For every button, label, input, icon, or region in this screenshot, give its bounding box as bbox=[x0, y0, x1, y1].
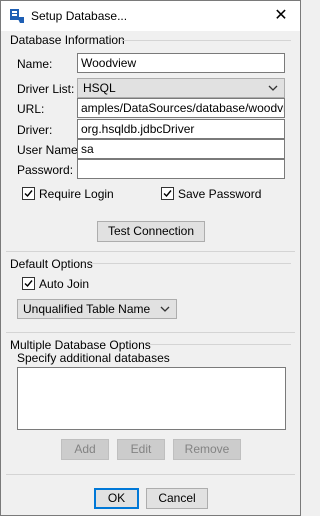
test-connection-button[interactable]: Test Connection bbox=[97, 221, 205, 242]
driver-list-dropdown[interactable]: HSQL bbox=[77, 78, 285, 98]
require-login-label[interactable]: Require Login bbox=[39, 187, 114, 201]
chevron-down-icon bbox=[160, 303, 170, 315]
window-title: Setup Database... bbox=[31, 9, 128, 23]
default-options-title: Default Options bbox=[10, 257, 93, 271]
setup-database-dialog: Setup Database... ✕ Database Information… bbox=[0, 0, 301, 516]
table-name-value: Unqualified Table Name bbox=[23, 302, 151, 316]
close-icon[interactable]: ✕ bbox=[271, 7, 291, 25]
section-divider bbox=[6, 251, 295, 252]
database-information-title: Database Information bbox=[10, 33, 125, 47]
table-name-dropdown[interactable]: Unqualified Table Name bbox=[17, 299, 177, 319]
ok-button[interactable]: OK bbox=[94, 488, 139, 509]
multiple-database-options-title: Multiple Database Options bbox=[10, 338, 151, 352]
checkmark-icon bbox=[24, 190, 33, 198]
section-divider bbox=[6, 474, 295, 475]
section-divider bbox=[121, 40, 291, 41]
chevron-down-icon bbox=[268, 82, 278, 94]
auto-join-label[interactable]: Auto Join bbox=[39, 277, 89, 291]
checkmark-icon bbox=[24, 280, 33, 288]
name-label: Name: bbox=[17, 57, 53, 71]
specify-databases-label: Specify additional databases bbox=[17, 351, 170, 365]
save-password-checkbox[interactable] bbox=[161, 187, 174, 200]
driver-label: Driver: bbox=[17, 123, 53, 137]
add-button[interactable]: Add bbox=[61, 439, 109, 460]
remove-button[interactable]: Remove bbox=[173, 439, 241, 460]
user-name-field[interactable]: sa bbox=[77, 139, 285, 159]
additional-databases-list[interactable] bbox=[17, 367, 286, 430]
cancel-button[interactable]: Cancel bbox=[146, 488, 208, 509]
database-app-icon bbox=[9, 8, 25, 24]
driver-list-label: Driver List: bbox=[17, 82, 75, 96]
section-divider bbox=[91, 263, 291, 264]
save-password-label[interactable]: Save Password bbox=[178, 187, 261, 201]
require-login-checkbox[interactable] bbox=[22, 187, 35, 200]
edit-button[interactable]: Edit bbox=[117, 439, 165, 460]
driver-field[interactable]: org.hsqldb.jdbcDriver bbox=[77, 119, 285, 139]
driver-list-value: HSQL bbox=[83, 81, 116, 95]
section-divider bbox=[6, 332, 295, 333]
url-field[interactable]: amples/DataSources/database/woodview bbox=[77, 98, 285, 118]
checkmark-icon bbox=[163, 190, 172, 198]
title-bar: Setup Database... ✕ bbox=[1, 1, 300, 31]
password-label: Password: bbox=[17, 163, 74, 177]
user-name-label: User Name: bbox=[17, 143, 82, 157]
password-field[interactable] bbox=[77, 159, 285, 179]
name-field[interactable]: Woodview bbox=[77, 53, 285, 73]
section-divider bbox=[147, 344, 291, 345]
url-label: URL: bbox=[17, 102, 45, 116]
auto-join-checkbox[interactable] bbox=[22, 277, 35, 290]
